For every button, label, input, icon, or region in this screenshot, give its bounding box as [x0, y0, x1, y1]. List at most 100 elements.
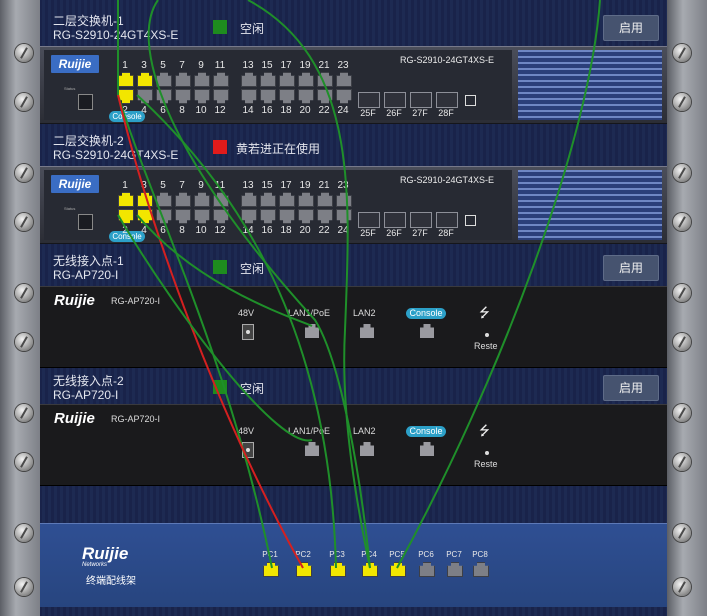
- management-port[interactable]: [78, 214, 93, 230]
- lan1-poe-port[interactable]: [305, 442, 319, 456]
- ethernet-port-1[interactable]: [118, 72, 134, 87]
- port-number: 20: [299, 105, 311, 116]
- reset-button[interactable]: [485, 451, 489, 455]
- ethernet-port-23[interactable]: [336, 72, 352, 87]
- left-rack-rail: [0, 0, 40, 616]
- ethernet-port-17[interactable]: [279, 192, 295, 207]
- ethernet-port-22[interactable]: [317, 89, 333, 104]
- lan2-port[interactable]: [360, 442, 374, 456]
- vent-grille: [518, 170, 662, 240]
- ethernet-port-17[interactable]: [279, 72, 295, 87]
- ethernet-port-10[interactable]: [194, 209, 210, 224]
- ethernet-port-18[interactable]: [279, 209, 295, 224]
- ethernet-port-6[interactable]: [156, 89, 172, 104]
- port-number: 7: [179, 60, 185, 71]
- ethernet-port-23[interactable]: [336, 192, 352, 207]
- reset-icon: [465, 215, 476, 226]
- ethernet-port-21[interactable]: [317, 72, 333, 87]
- enable-button[interactable]: 启用: [603, 375, 659, 401]
- ethernet-port-24[interactable]: [336, 209, 352, 224]
- sfp-port-28F[interactable]: [436, 212, 458, 228]
- sfp-port-25F[interactable]: [358, 92, 380, 108]
- port-number: 18: [280, 225, 292, 236]
- console-port[interactable]: [420, 324, 434, 338]
- patch-port-pc1[interactable]: [263, 562, 279, 577]
- ethernet-port-15[interactable]: [260, 72, 276, 87]
- patch-port-pc8[interactable]: [473, 562, 489, 577]
- power-port-label: 48V: [238, 308, 255, 318]
- patch-port-pc3[interactable]: [330, 562, 346, 577]
- patch-port-pc6[interactable]: [419, 562, 435, 577]
- ethernet-port-6[interactable]: [156, 209, 172, 224]
- rack-screw-icon: [673, 213, 691, 231]
- ethernet-port-19[interactable]: [298, 192, 314, 207]
- ethernet-port-5[interactable]: [156, 72, 172, 87]
- port-number: 13: [242, 60, 254, 71]
- power-port[interactable]: [242, 442, 254, 458]
- ethernet-port-1[interactable]: [118, 192, 134, 207]
- ethernet-port-8[interactable]: [175, 89, 191, 104]
- port-number: 6: [160, 225, 166, 236]
- ethernet-port-7[interactable]: [175, 72, 191, 87]
- ethernet-port-22[interactable]: [317, 209, 333, 224]
- ethernet-port-2[interactable]: [118, 89, 134, 104]
- ethernet-port-4[interactable]: [137, 209, 153, 224]
- sfp-port-27F[interactable]: [410, 92, 432, 108]
- ethernet-port-2[interactable]: [118, 209, 134, 224]
- ethernet-port-12[interactable]: [213, 209, 229, 224]
- ethernet-port-16[interactable]: [260, 89, 276, 104]
- ethernet-port-21[interactable]: [317, 192, 333, 207]
- ethernet-port-3[interactable]: [137, 192, 153, 207]
- ethernet-port-20[interactable]: [298, 89, 314, 104]
- lan2-port[interactable]: [360, 324, 374, 338]
- ethernet-port-3[interactable]: [137, 72, 153, 87]
- ethernet-port-5[interactable]: [156, 192, 172, 207]
- sfp-port-27F[interactable]: [410, 212, 432, 228]
- ethernet-port-13[interactable]: [241, 72, 257, 87]
- patch-port-label: PC4: [361, 550, 377, 559]
- ethernet-port-8[interactable]: [175, 209, 191, 224]
- patch-port-label: PC7: [446, 550, 462, 559]
- sfp-port-label: 26F: [386, 108, 402, 118]
- ethernet-port-4[interactable]: [137, 89, 153, 104]
- ethernet-port-24[interactable]: [336, 89, 352, 104]
- ethernet-port-19[interactable]: [298, 72, 314, 87]
- status-text: 空闲: [240, 22, 265, 36]
- ethernet-port-13[interactable]: [241, 192, 257, 207]
- ethernet-port-16[interactable]: [260, 209, 276, 224]
- enable-button[interactable]: 启用: [603, 255, 659, 281]
- patch-port-pc4[interactable]: [362, 562, 378, 577]
- patch-port-pc5[interactable]: [390, 562, 406, 577]
- patch-port-pc2[interactable]: [296, 562, 312, 577]
- ethernet-port-15[interactable]: [260, 192, 276, 207]
- ethernet-port-18[interactable]: [279, 89, 295, 104]
- rack-screw-icon: [673, 284, 691, 302]
- ethernet-port-11[interactable]: [213, 72, 229, 87]
- ethernet-port-9[interactable]: [194, 72, 210, 87]
- port-number: 11: [214, 60, 226, 71]
- ethernet-port-14[interactable]: [241, 89, 257, 104]
- sfp-port-26F[interactable]: [384, 92, 406, 108]
- reset-button[interactable]: [485, 333, 489, 337]
- sfp-port-26F[interactable]: [384, 212, 406, 228]
- ethernet-port-12[interactable]: [213, 89, 229, 104]
- ethernet-port-7[interactable]: [175, 192, 191, 207]
- vent-grille: [518, 50, 662, 120]
- power-port[interactable]: [242, 324, 254, 340]
- ethernet-port-20[interactable]: [298, 209, 314, 224]
- console-port[interactable]: [420, 442, 434, 456]
- management-port[interactable]: [78, 94, 93, 110]
- sfp-port-28F[interactable]: [436, 92, 458, 108]
- ethernet-port-9[interactable]: [194, 192, 210, 207]
- port-number: 10: [195, 225, 207, 236]
- lan1-poe-port[interactable]: [305, 324, 319, 338]
- ethernet-port-10[interactable]: [194, 89, 210, 104]
- rack-screw-icon: [673, 453, 691, 471]
- status-led-label: Status: [64, 86, 76, 91]
- enable-button[interactable]: 启用: [603, 15, 659, 41]
- patch-port-pc7[interactable]: [447, 562, 463, 577]
- brand-logo: Ruijie: [54, 292, 95, 309]
- ethernet-port-14[interactable]: [241, 209, 257, 224]
- sfp-port-25F[interactable]: [358, 212, 380, 228]
- ethernet-port-11[interactable]: [213, 192, 229, 207]
